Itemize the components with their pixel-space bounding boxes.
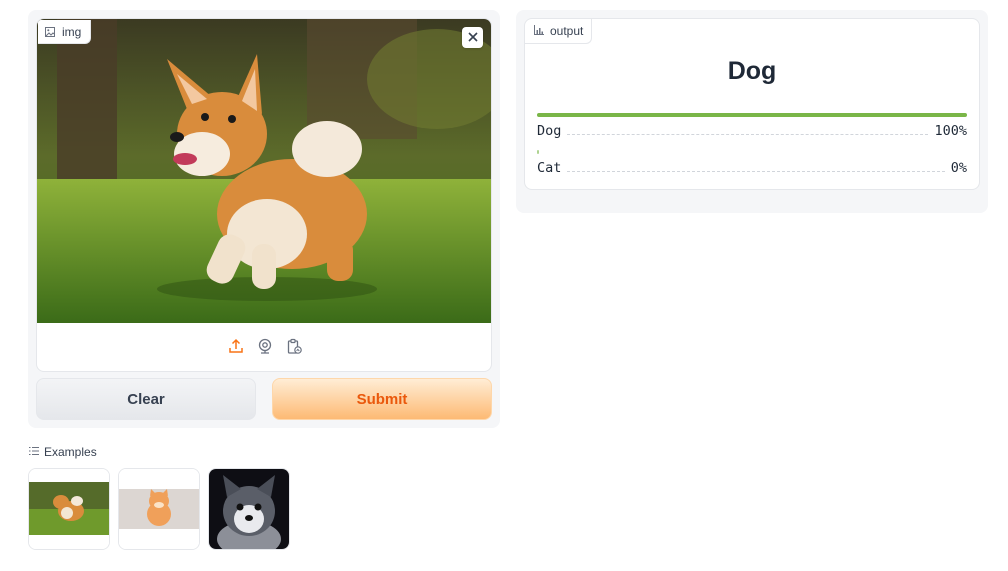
predicted-label: Dog — [727, 57, 777, 85]
image-input-label: img — [38, 20, 92, 44]
leader-dots — [567, 134, 929, 135]
list-icon — [29, 445, 39, 459]
corgi-image — [37, 19, 491, 323]
close-button[interactable] — [462, 27, 483, 48]
input-panel: img Clear Submit — [28, 10, 500, 428]
chart-icon — [534, 24, 544, 38]
confidence-label: Cat — [537, 160, 562, 176]
clear-button[interactable]: Clear — [36, 378, 256, 420]
confidence-row: Cat 0% — [537, 150, 967, 176]
confidence-bar — [537, 113, 967, 117]
example-kitten[interactable] — [118, 468, 200, 550]
image-source-bar — [37, 323, 491, 371]
confidence-bar — [537, 150, 539, 154]
output-label-text: output — [550, 24, 584, 38]
image-preview — [37, 19, 491, 323]
upload-button[interactable] — [227, 338, 245, 359]
paste-from-clipboard-button[interactable] — [285, 338, 303, 359]
confidence-label: Dog — [537, 123, 562, 139]
examples-label: Examples — [44, 445, 97, 459]
husky-puppy-thumbnail — [209, 469, 289, 549]
output-label: output — [525, 19, 593, 44]
corgi-thumbnail — [29, 469, 109, 549]
output-panel: output Dog Dog 100% Cat 0% — [516, 10, 988, 213]
webcam-icon — [257, 338, 273, 359]
confidence-value: 0% — [950, 160, 967, 176]
image-icon — [45, 26, 55, 37]
close-icon — [467, 29, 478, 47]
example-corgi[interactable] — [28, 468, 110, 550]
kitten-thumbnail — [119, 469, 199, 549]
leader-dots — [567, 171, 945, 172]
submit-button[interactable]: Submit — [272, 378, 492, 420]
confidence-value: 100% — [934, 123, 967, 139]
image-input[interactable]: img — [36, 18, 492, 372]
clipboard-icon — [286, 338, 302, 359]
upload-icon — [228, 338, 244, 359]
label-output: output Dog Dog 100% Cat 0% — [524, 18, 980, 190]
examples-header: Examples — [29, 445, 97, 459]
webcam-button[interactable] — [256, 338, 274, 359]
image-input-label-text: img — [62, 24, 82, 39]
confidence-row: Dog 100% — [537, 113, 967, 139]
example-husky-puppy[interactable] — [208, 468, 290, 550]
